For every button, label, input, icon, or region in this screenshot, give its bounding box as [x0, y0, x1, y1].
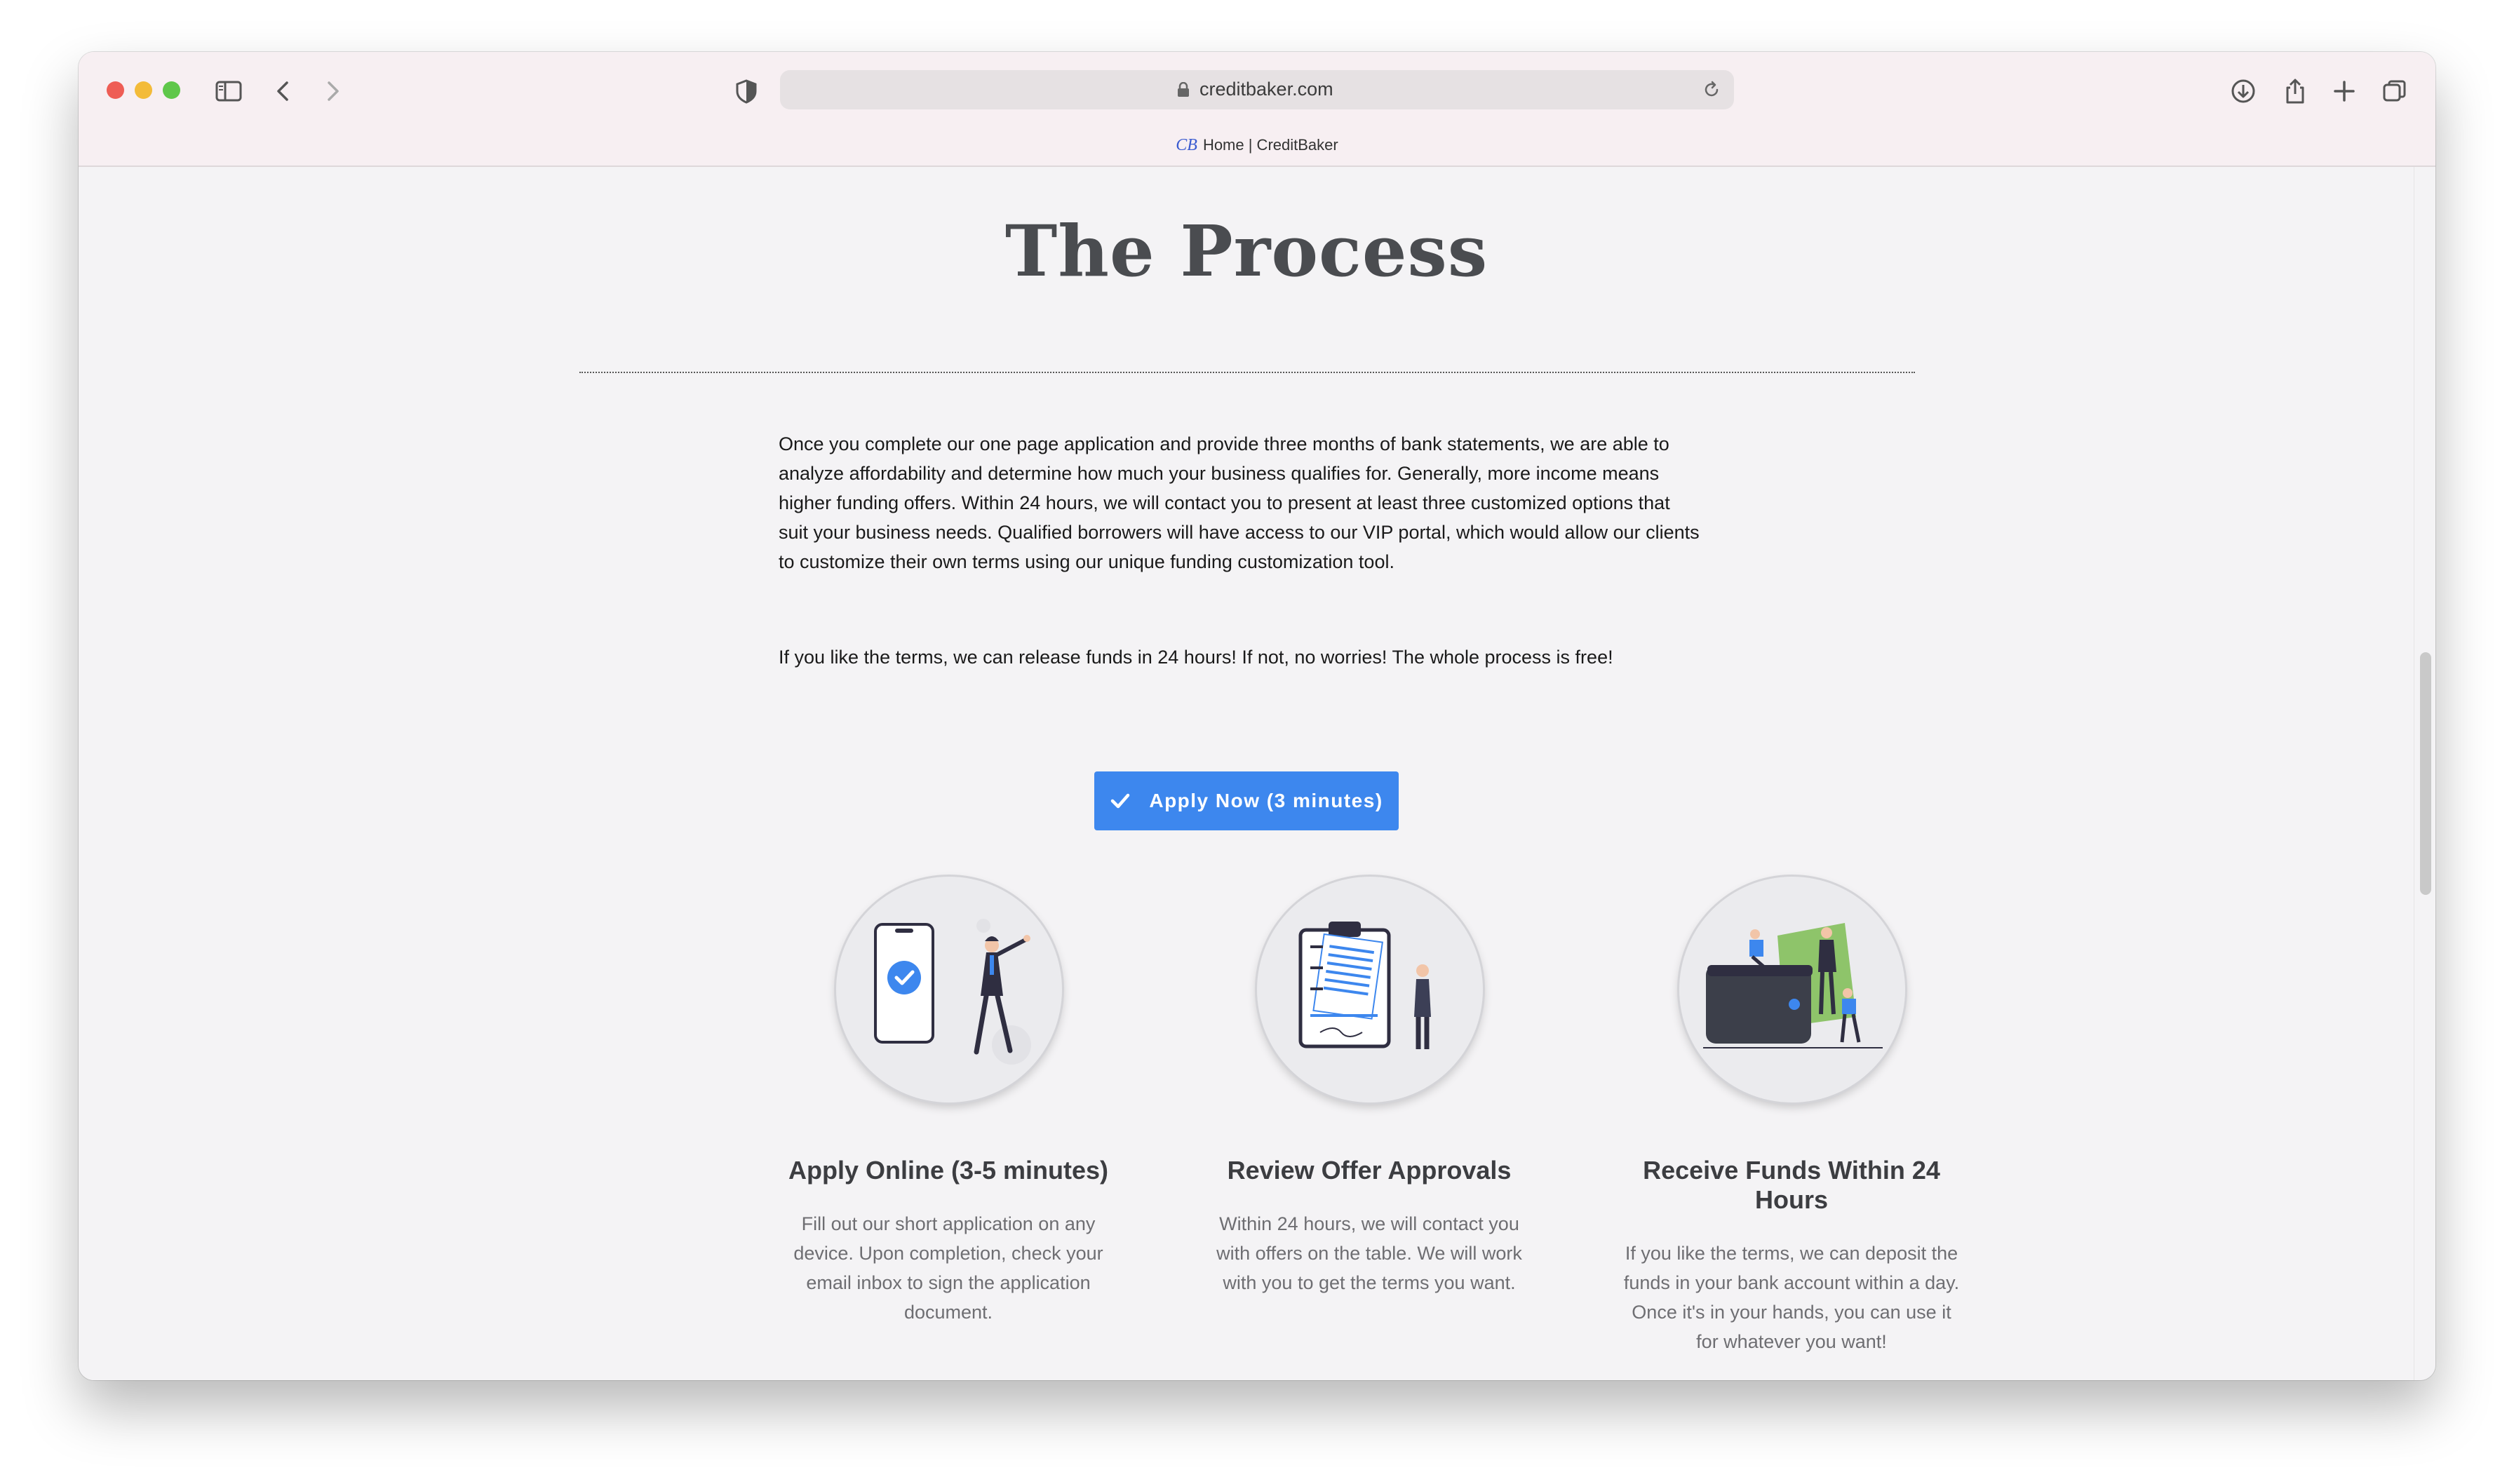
page-content: The Process Once you complete our one pa… [79, 167, 2414, 1380]
new-tab-icon[interactable] [2330, 77, 2358, 105]
apply-online-illustration [836, 877, 1062, 1102]
review-offers-illustration [1257, 877, 1483, 1102]
close-window-button[interactable] [107, 81, 124, 99]
browser-toolbar: creditbaker.com CB Home | CreditBaker [79, 52, 2435, 167]
receive-funds-illustration [1679, 877, 1905, 1102]
tabs-overview-icon[interactable] [2381, 77, 2409, 105]
tab-favicon: CB [1176, 136, 1197, 154]
feature-description: Fill out our short application on any de… [793, 1213, 1103, 1323]
shield-icon[interactable] [732, 77, 760, 105]
apply-now-button[interactable]: Apply Now (3 minutes) [1094, 771, 1399, 830]
heading-divider [579, 372, 1915, 373]
lock-icon [1177, 81, 1190, 97]
active-tab[interactable]: CB Home | CreditBaker [79, 136, 2435, 155]
address-url: creditbaker.com [1199, 79, 1333, 100]
address-bar[interactable]: creditbaker.com [780, 70, 1734, 109]
scrollbar-thumb[interactable] [2420, 652, 2431, 895]
feature-title: Receive Funds Within 24 Hours [1643, 1156, 1940, 1214]
feature-title: Apply Online (3-5 minutes) [788, 1156, 1109, 1185]
sidebar-icon[interactable] [215, 77, 243, 105]
feature-title: Review Offer Approvals [1227, 1156, 1512, 1185]
tab-title: Home | CreditBaker [1202, 136, 1338, 154]
feature-description: Within 24 hours, we will contact you wit… [1216, 1213, 1522, 1293]
download-icon[interactable] [2229, 77, 2257, 105]
forward-chevron-icon[interactable] [318, 77, 347, 105]
browser-window: creditbaker.com CB Home | CreditBaker The… [79, 52, 2435, 1380]
share-icon[interactable] [2281, 77, 2309, 105]
zoom-window-button[interactable] [163, 81, 180, 99]
back-chevron-icon[interactable] [269, 77, 297, 105]
page-heading: The Process [1004, 210, 1488, 292]
apply-now-label: Apply Now (3 minutes) [1149, 790, 1383, 811]
process-summary: If you like the terms, we can release fu… [779, 647, 1613, 668]
process-description: Once you complete our one page applicati… [779, 433, 1700, 572]
minimize-window-button[interactable] [135, 81, 152, 99]
feature-description: If you like the terms, we can deposit th… [1623, 1243, 1960, 1352]
checkmark-icon [1111, 793, 1130, 809]
reload-icon[interactable] [1702, 80, 1721, 100]
